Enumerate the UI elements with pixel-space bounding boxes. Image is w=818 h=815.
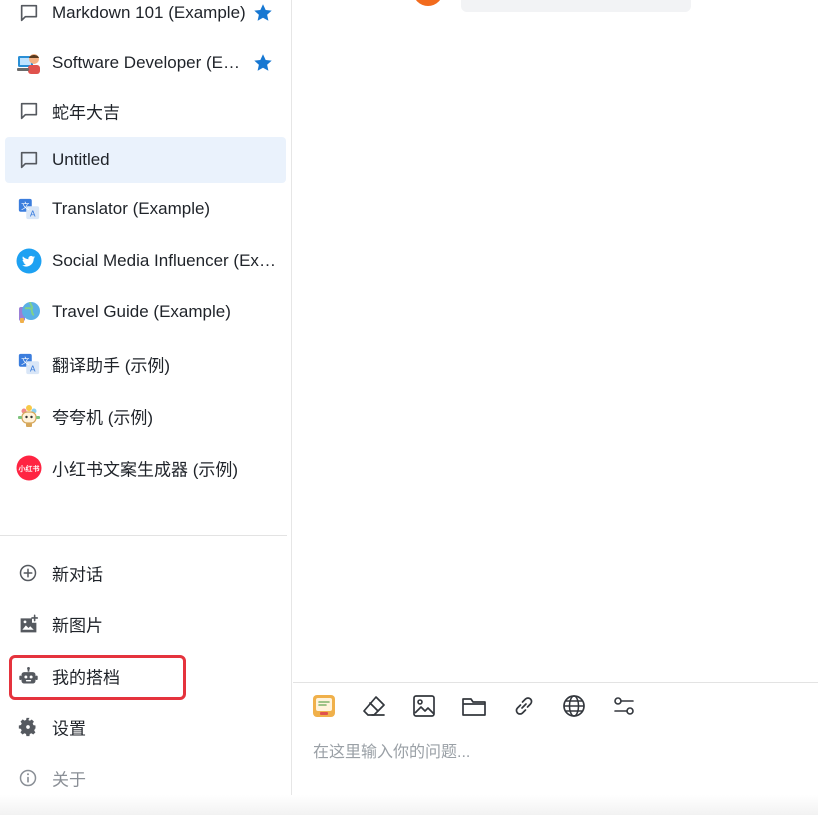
chat-item-label: Travel Guide (Example) [52, 302, 231, 321]
chat-item-travel-guide[interactable]: Travel Guide (Example) [5, 289, 286, 335]
translator-icon: 文 A [16, 196, 42, 222]
attach-image-button[interactable] [411, 693, 461, 724]
link-icon [511, 693, 537, 724]
star-icon[interactable] [252, 2, 274, 24]
image-icon [411, 693, 437, 724]
chat-item-social-media-influencer[interactable]: Social Media Influencer (Example) [5, 238, 286, 284]
xiaohongshu-logo-icon: 小红书 [16, 455, 42, 481]
persona-button[interactable] [311, 693, 361, 724]
chat-item-untitled[interactable]: Untitled [5, 137, 286, 183]
sidebar: Markdown 101 (Example) Software Develope… [0, 0, 292, 815]
message-input[interactable] [313, 738, 803, 768]
clear-context-button[interactable] [361, 695, 411, 721]
chat-bubble-icon [16, 147, 42, 173]
chat-bubble-icon [16, 0, 42, 26]
chat-main-area [293, 0, 818, 815]
svg-text:小红书: 小红书 [18, 464, 40, 473]
chat-item-label: 翻译助手 (示例) [52, 356, 171, 376]
chat-item-label: Untitled [52, 150, 110, 169]
chat-item-markdown-101[interactable]: Markdown 101 (Example) [5, 0, 286, 36]
chat-item-translator[interactable]: 文 A Translator (Example) [5, 186, 286, 232]
chat-item-label: 小红书文案生成器 (示例) [52, 460, 239, 480]
new-chat-label: 新对话 [52, 565, 103, 585]
persona-icon [311, 693, 337, 724]
chat-bubble-icon [16, 98, 42, 124]
svg-text:A: A [30, 208, 36, 218]
translator-logo-text: 文 [21, 201, 30, 211]
robot-icon [16, 664, 40, 688]
globe-icon [561, 693, 587, 724]
attach-file-button[interactable] [461, 695, 511, 721]
chat-item-label: 蛇年大吉 [52, 103, 120, 123]
developer-avatar-icon [16, 50, 42, 76]
bottom-shadow [0, 795, 818, 815]
folder-icon [461, 693, 487, 724]
message-bubble [461, 0, 691, 12]
web-search-button[interactable] [561, 693, 611, 724]
chat-item-label: Software Developer (Example) [52, 53, 248, 72]
about-button[interactable]: 关于 [5, 756, 286, 800]
about-label: 关于 [52, 770, 86, 790]
chat-item-label: Markdown 101 (Example) [52, 3, 246, 22]
flower-robot-icon [16, 403, 42, 429]
info-icon [16, 766, 40, 790]
eraser-icon [361, 693, 387, 724]
add-image-icon [16, 612, 40, 636]
new-chat-button[interactable]: 新对话 [5, 551, 286, 595]
settings-label: 设置 [52, 719, 86, 739]
settings-sliders-icon [611, 693, 637, 724]
chat-item-translation-assistant[interactable]: 文 A 翻译助手 (示例) [5, 341, 286, 387]
chat-item-label: Translator (Example) [52, 199, 211, 218]
gear-icon [16, 715, 40, 739]
star-icon[interactable] [252, 52, 274, 74]
chat-item-xiaohongshu-copywriter[interactable]: 小红书 小红书文案生成器 (示例) [5, 445, 286, 491]
chat-settings-button[interactable] [611, 695, 661, 721]
svg-text:文: 文 [21, 356, 30, 366]
chat-item-label: Social Media Influencer (Example) [52, 251, 276, 270]
new-image-label: 新图片 [52, 616, 103, 636]
attach-link-button[interactable] [511, 695, 561, 721]
globe-travel-icon [16, 299, 42, 325]
new-image-button[interactable]: 新图片 [5, 602, 286, 646]
assistant-avatar [413, 0, 443, 6]
my-partners-label: 我的搭档 [52, 668, 120, 688]
my-partners-button[interactable]: 我的搭档 [5, 654, 286, 698]
settings-button[interactable]: 设置 [5, 705, 286, 749]
twitter-bird-icon [16, 248, 42, 274]
chat-item-software-developer[interactable]: Software Developer (Example) [5, 40, 286, 86]
chat-item-praise-bot[interactable]: 夸夸机 (示例) [5, 393, 286, 439]
sidebar-divider [0, 535, 287, 536]
translator-icon: 文 A [16, 351, 42, 377]
chat-item-label: 夸夸机 (示例) [52, 408, 154, 428]
svg-text:A: A [30, 363, 36, 373]
chat-item-snake-year[interactable]: 蛇年大吉 [5, 88, 286, 134]
input-toolbar [311, 693, 661, 724]
plus-circle-icon [16, 561, 40, 585]
